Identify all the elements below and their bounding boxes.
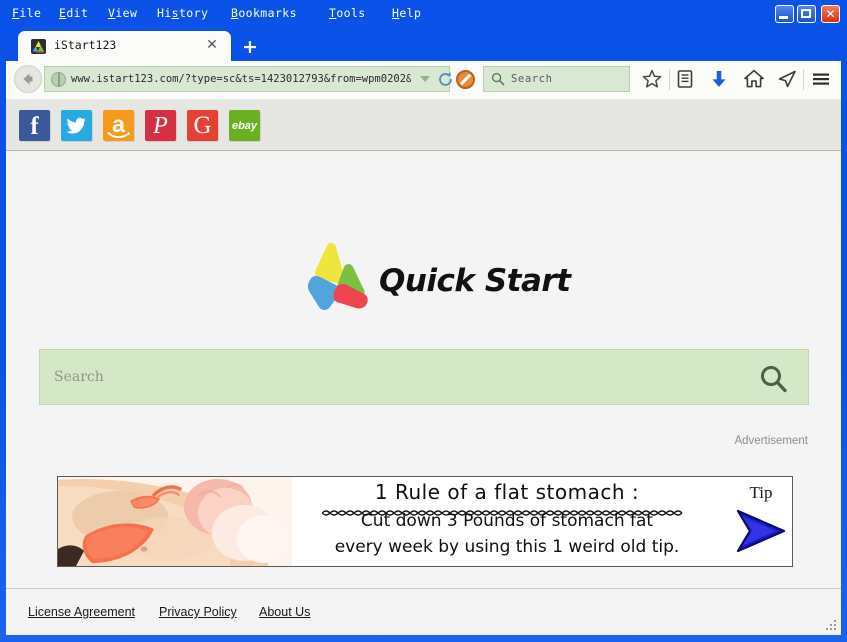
- facebook-icon: f: [30, 113, 39, 140]
- menu-bookmarks[interactable]: Bookmarks: [231, 6, 297, 20]
- search-icon[interactable]: [758, 363, 790, 400]
- ad-headline: 1 Rule of a flat stomach :: [374, 480, 640, 504]
- menu-history[interactable]: History: [157, 6, 208, 20]
- ad-tip-label: Tip: [749, 483, 773, 502]
- ad-subline-2: every week by using this 1 weird old tip…: [334, 537, 680, 557]
- advertisement-label: Advertisement: [734, 435, 808, 447]
- menu-bar: File Edit View History Bookmarks Tools H…: [0, 0, 847, 27]
- site-logo: Quick Start: [292, 236, 592, 321]
- menu-help[interactable]: Help: [392, 6, 421, 20]
- resize-grip[interactable]: [826, 620, 838, 632]
- footer-link-about-us[interactable]: About Us: [259, 605, 310, 619]
- send-tab-icon[interactable]: [775, 67, 799, 91]
- ad-tip-cta[interactable]: Tip: [730, 481, 792, 565]
- bookmark-pinterest[interactable]: P: [145, 110, 176, 141]
- bookmark-amazon[interactable]: a: [103, 110, 134, 141]
- ad-subline-1: Cut down 3 Pounds of stomach fat: [360, 511, 654, 531]
- bookmark-facebook[interactable]: f: [19, 110, 50, 141]
- maximize-icon: [801, 9, 811, 18]
- url-bar[interactable]: www.istart123.com/?type=sc&ts=1423012793…: [44, 66, 452, 92]
- reload-icon[interactable]: [437, 71, 454, 88]
- bookmark-twitter[interactable]: [61, 110, 92, 141]
- toolbar-separator: [669, 69, 670, 90]
- toolbar-search-input[interactable]: Search: [483, 66, 630, 92]
- back-button[interactable]: [14, 65, 42, 93]
- bookmark-google[interactable]: G: [187, 110, 218, 141]
- menu-edit[interactable]: Edit: [59, 6, 88, 20]
- blue-arrow-right-icon: [736, 509, 786, 553]
- footer-link-privacy-policy[interactable]: Privacy Policy: [159, 605, 237, 619]
- minimize-icon: [779, 16, 788, 19]
- browser-window: File Edit View History Bookmarks Tools H…: [0, 0, 847, 642]
- pinterest-icon: P: [153, 113, 168, 139]
- search-icon: [491, 72, 505, 91]
- minimize-button[interactable]: [775, 5, 794, 23]
- menu-tools[interactable]: Tools: [329, 6, 366, 20]
- footer: License Agreement Privacy Policy About U…: [6, 589, 841, 635]
- tab-close-icon[interactable]: ✕: [204, 37, 220, 53]
- advertisement-text: 1 Rule of a flat stomach : Cut down 3 Po…: [292, 477, 722, 566]
- google-icon: G: [193, 112, 212, 139]
- chevron-down-icon[interactable]: [420, 76, 430, 82]
- advertisement-image: [58, 477, 292, 566]
- site-identity-globe-icon: [51, 72, 66, 87]
- maximize-button[interactable]: [797, 5, 816, 23]
- back-arrow-icon: [23, 73, 33, 85]
- footer-link-license-agreement[interactable]: License Agreement: [28, 605, 135, 619]
- advertisement-banner[interactable]: 1 Rule of a flat stomach : Cut down 3 Po…: [57, 476, 793, 567]
- page-content: Quick Start Search Advertisement 1 Rule …: [6, 151, 841, 635]
- close-icon: ✕: [825, 7, 836, 21]
- navigation-toolbar: www.istart123.com/?type=sc&ts=1423012793…: [6, 61, 841, 99]
- ebay-icon: ebay: [231, 120, 258, 132]
- url-text: www.istart123.com/?type=sc&ts=1423012793…: [71, 73, 411, 85]
- amazon-smile-icon: [107, 132, 130, 139]
- menu-hamburger-icon[interactable]: [809, 67, 833, 91]
- toolbar-search-placeholder: Search: [511, 73, 553, 85]
- logo-text: Quick Start: [379, 263, 571, 299]
- new-tab-button[interactable]: +: [240, 38, 260, 58]
- menu-file[interactable]: File: [12, 6, 41, 20]
- home-icon[interactable]: [742, 67, 766, 91]
- bookmark-star-icon[interactable]: [640, 67, 664, 91]
- tab-strip: iStart123 ✕ +: [0, 27, 847, 61]
- download-icon[interactable]: [707, 67, 731, 91]
- tab-title: iStart123: [54, 38, 117, 52]
- bookmarks-bar: f a P G ebay: [6, 99, 841, 151]
- istart123-favicon-icon: [31, 39, 46, 54]
- close-button[interactable]: ✕: [821, 5, 840, 23]
- blocked-content-icon[interactable]: [456, 70, 475, 89]
- tab-istart123[interactable]: iStart123 ✕: [18, 31, 231, 61]
- site-search-box[interactable]: Search: [39, 349, 809, 405]
- bookmark-ebay[interactable]: ebay: [229, 110, 260, 141]
- reader-list-icon[interactable]: [673, 67, 697, 91]
- menu-view[interactable]: View: [108, 6, 137, 20]
- quick-start-triangle-icon: [292, 236, 370, 314]
- toolbar-separator: [803, 69, 804, 90]
- site-search-placeholder: Search: [54, 369, 104, 385]
- twitter-bird-icon: [66, 117, 86, 134]
